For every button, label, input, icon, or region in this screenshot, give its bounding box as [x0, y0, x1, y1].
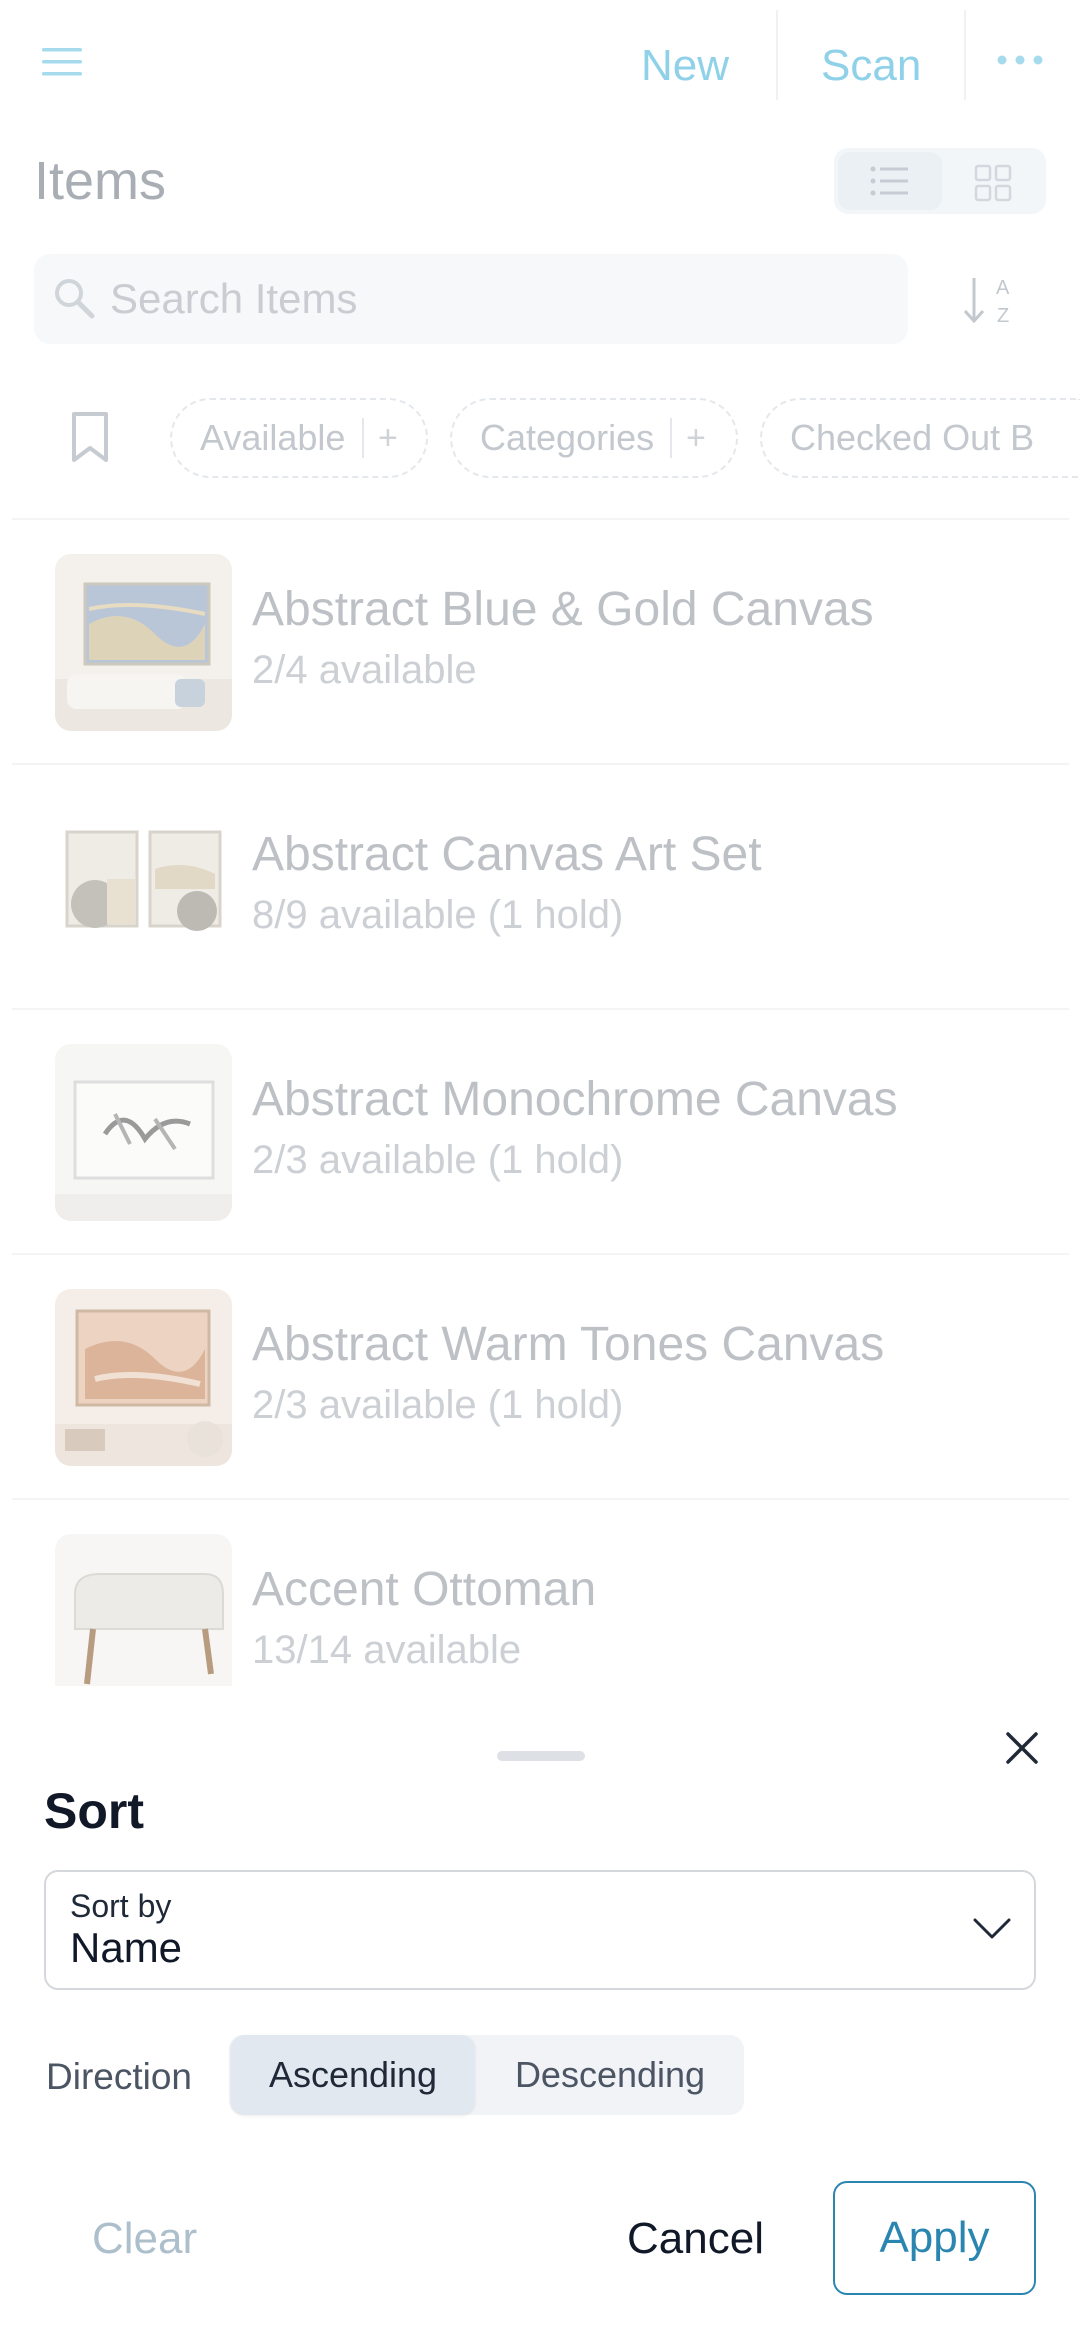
list-view-icon [870, 166, 908, 196]
search-icon [55, 279, 95, 319]
list-item[interactable]: Abstract Monochrome Canvas 2/3 available… [12, 1008, 1069, 1253]
sheet-drag-handle[interactable] [497, 1751, 585, 1761]
header-divider [964, 10, 966, 100]
filter-chip-available[interactable]: Available + [170, 398, 428, 478]
filter-chips: Available + Categories + Checked Out B [0, 390, 1081, 490]
item-thumbnail [55, 1044, 232, 1221]
new-button[interactable]: New [641, 36, 729, 96]
item-availability: 2/3 available (1 hold) [252, 1383, 624, 1427]
sort-by-label: Sort by [70, 1888, 172, 1924]
menu-button[interactable] [40, 44, 100, 88]
item-availability: 13/14 available [252, 1628, 522, 1672]
apply-button[interactable]: Apply [833, 2181, 1036, 2295]
list-view-button[interactable] [838, 152, 942, 210]
menu-icon [42, 48, 82, 76]
item-name: Abstract Blue & Gold Canvas [252, 583, 874, 636]
view-toggle [834, 148, 1046, 214]
items-page-background: New Scan Items Search Items A Z Availabl… [0, 0, 1081, 1700]
item-thumbnail [55, 1289, 232, 1466]
item-name: Abstract Monochrome Canvas [252, 1073, 898, 1126]
cancel-button[interactable]: Cancel [627, 2214, 764, 2264]
svg-text:A: A [996, 277, 1010, 299]
sort-button[interactable]: A Z [960, 270, 1020, 330]
chip-label: Checked Out B [790, 417, 1035, 458]
item-availability: 2/3 available (1 hold) [252, 1138, 624, 1182]
sort-by-select[interactable]: Sort by Name [44, 1870, 1036, 1990]
more-button[interactable] [995, 50, 1055, 80]
plus-icon: + [686, 419, 706, 457]
saved-filters-button[interactable] [70, 410, 110, 466]
plus-icon: + [378, 419, 398, 457]
page-title: Items [34, 151, 167, 211]
item-name: Accent Ottoman [252, 1563, 597, 1616]
sort-az-icon: A Z [963, 277, 1010, 327]
svg-text:Z: Z [997, 305, 1009, 327]
item-name: Abstract Canvas Art Set [252, 828, 762, 881]
item-availability: 2/4 available [252, 648, 477, 692]
close-button[interactable] [1000, 1726, 1044, 1770]
item-thumbnail [55, 554, 232, 731]
list-item[interactable]: Abstract Canvas Art Set 8/9 available (1… [12, 763, 1069, 1008]
item-thumbnail [55, 1534, 232, 1694]
list-item[interactable]: Abstract Warm Tones Canvas 2/3 available… [12, 1253, 1069, 1498]
header-divider [776, 10, 778, 100]
item-thumbnail [55, 799, 232, 976]
chip-label: Categories [480, 417, 655, 458]
sort-bottom-sheet: Sort Sort by Name Direction Ascending De… [0, 1686, 1081, 2340]
search-input[interactable] [110, 270, 890, 328]
more-icon [997, 55, 1043, 65]
clear-button[interactable]: Clear [92, 2214, 197, 2264]
top-bar: New Scan [0, 0, 1081, 130]
direction-ascending[interactable]: Ascending [231, 2035, 475, 2115]
chip-label: Available [200, 417, 346, 458]
sort-by-value: Name [70, 1924, 183, 1971]
direction-label: Direction [46, 2056, 192, 2097]
sheet-title: Sort [44, 1783, 144, 1839]
direction-descending[interactable]: Descending [475, 2035, 745, 2115]
grid-view-icon [974, 164, 1012, 202]
grid-view-button[interactable] [942, 152, 1046, 210]
bookmark-icon [72, 412, 108, 462]
filter-chip-categories[interactable]: Categories + [450, 398, 738, 478]
list-item[interactable]: Abstract Blue & Gold Canvas 2/4 availabl… [12, 518, 1069, 763]
close-icon [1006, 1732, 1038, 1764]
chevron-down-icon [973, 1918, 1011, 1939]
filter-chip-checked-out[interactable]: Checked Out B [760, 398, 1080, 478]
search-box [34, 254, 908, 344]
item-name: Abstract Warm Tones Canvas [252, 1318, 885, 1371]
scan-button[interactable]: Scan [821, 36, 921, 96]
direction-toggle: Ascending Descending [229, 2035, 744, 2115]
item-availability: 8/9 available (1 hold) [252, 893, 624, 937]
